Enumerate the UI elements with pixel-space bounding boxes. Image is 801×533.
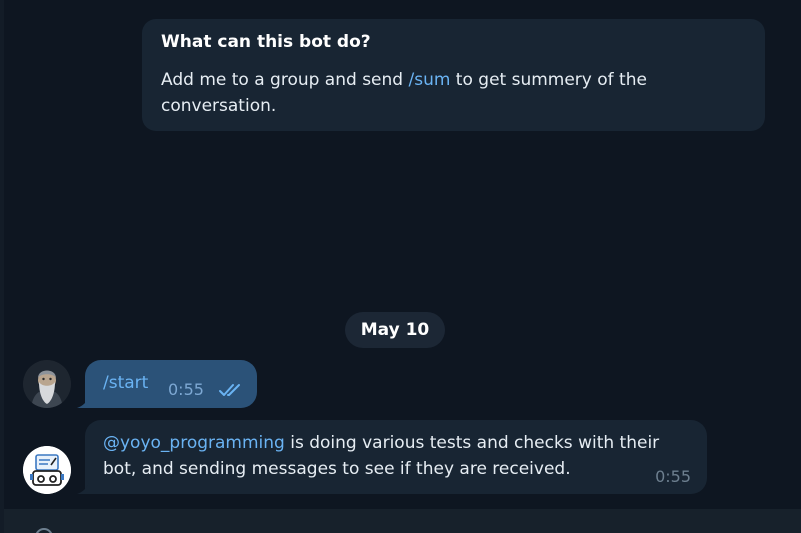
- bot-avatar[interactable]: [23, 446, 71, 494]
- bot-info-title: What can this bot do?: [161, 32, 371, 52]
- username-mention-link[interactable]: @yoyo_programming: [103, 433, 285, 453]
- sidebar-divider: [0, 0, 4, 533]
- bot-info-description: Add me to a group and send /sum to get s…: [161, 67, 746, 119]
- bubble-tail: [77, 396, 89, 408]
- bubble-tail: [77, 482, 89, 494]
- chat-history: What can this bot do? Add me to a group …: [0, 0, 801, 533]
- message-time: 0:55: [168, 380, 204, 399]
- bot-info-card: What can this bot do? Add me to a group …: [142, 19, 765, 131]
- emoji-icon[interactable]: [34, 527, 54, 533]
- sum-command-link[interactable]: /sum: [408, 70, 450, 90]
- outgoing-message[interactable]: /start 0:55: [77, 360, 257, 408]
- message-composer[interactable]: [4, 509, 801, 533]
- double-check-icon: [219, 384, 240, 396]
- bot-info-text: Add me to a group and send: [161, 70, 409, 90]
- message-text: @yoyo_programming is doing various tests…: [103, 430, 683, 482]
- incoming-message[interactable]: @yoyo_programming is doing various tests…: [77, 420, 707, 494]
- user-avatar[interactable]: [23, 360, 71, 408]
- start-command-link[interactable]: /start: [103, 372, 148, 394]
- date-separator: May 10: [345, 312, 445, 348]
- message-time: 0:55: [655, 467, 691, 486]
